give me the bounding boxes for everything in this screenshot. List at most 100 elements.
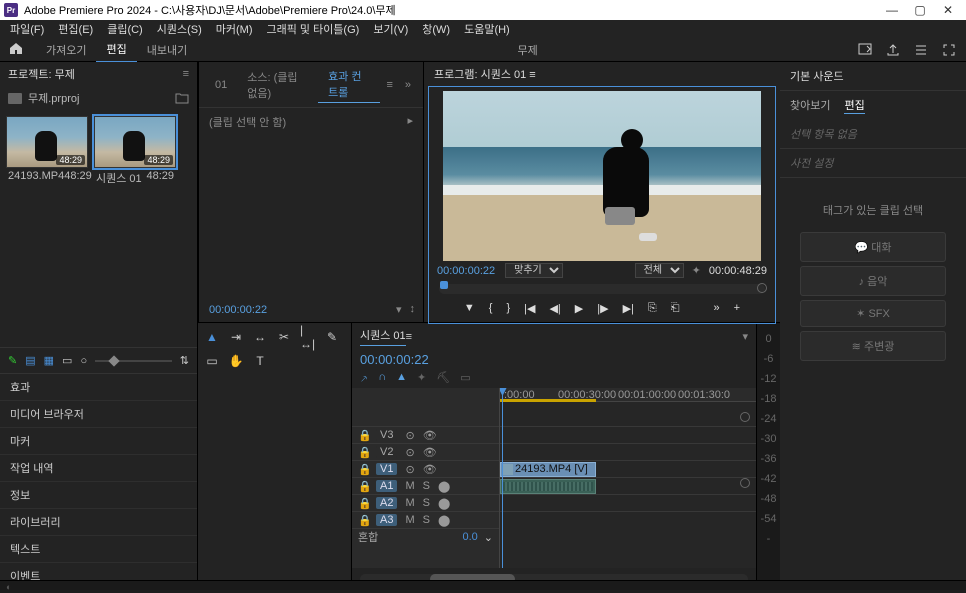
settings-icon[interactable]: ✦ (692, 264, 701, 277)
sync-lock-icon[interactable]: 👁 (423, 429, 437, 442)
scroll-down-icon[interactable]: ⌄ (484, 531, 493, 544)
es-music-button[interactable]: ♪ 음악 (800, 266, 946, 296)
menu-view[interactable]: 보기(V) (373, 21, 408, 37)
track-v2[interactable] (500, 443, 756, 460)
snap-icon[interactable]: ⸕ (360, 371, 368, 386)
sort-icon[interactable]: ⇅ (180, 354, 189, 367)
timeline-timecode[interactable]: 00:00:00:22 (352, 350, 756, 369)
track-v3[interactable] (500, 426, 756, 443)
hand-tool-icon[interactable]: ✋ (228, 353, 244, 369)
step-forward-button[interactable]: |▶ (597, 302, 608, 315)
track-a2[interactable] (500, 494, 756, 511)
caption-track-icon[interactable]: ▭ (460, 371, 470, 386)
work-area-bar[interactable] (500, 399, 596, 402)
timeline-settings-icon[interactable]: ✦ (417, 371, 426, 386)
zoom-slider[interactable] (95, 360, 172, 362)
es-dialogue-button[interactable]: 💬 대화 (800, 232, 946, 262)
time-ruler[interactable]: :00:00 00:00:30:00 00:01:00:00 00:01:30:… (500, 388, 756, 402)
panel-tab-media-browser[interactable]: 미디어 브라우저 (0, 401, 197, 428)
source-timecode[interactable]: 00:00:00:22 (209, 304, 267, 316)
track-v1-toggle[interactable]: V1 (376, 463, 397, 475)
mark-in-button[interactable]: { (489, 302, 493, 315)
track-a3[interactable] (500, 511, 756, 528)
add-marker-button[interactable]: ▼ (464, 302, 475, 315)
fullscreen-icon[interactable] (942, 42, 956, 57)
track-v3-toggle[interactable]: V3 (376, 429, 397, 441)
timeline-clip-audio[interactable] (500, 479, 596, 494)
rectangle-tool-icon[interactable]: ▭ (204, 353, 220, 369)
lock-icon[interactable]: 🔒 (358, 429, 368, 442)
menu-sequence[interactable]: 시퀀스(S) (157, 21, 202, 37)
lift-button[interactable]: ⎘ (648, 302, 657, 315)
track-a3-toggle[interactable]: A3 (376, 514, 397, 526)
project-breadcrumb[interactable]: 무제.prproj (0, 86, 197, 110)
panel-menu-icon[interactable]: ≡ (380, 79, 398, 91)
workspace-tab-export[interactable]: 내보내기 (137, 38, 197, 62)
project-panel-menu-icon[interactable]: ≡ (183, 68, 189, 80)
play-button[interactable]: ▶ (575, 302, 583, 315)
program-timecode-current[interactable]: 00:00:00:22 (437, 265, 495, 277)
workspace-menu-icon[interactable] (914, 42, 928, 57)
toggle-output-icon[interactable]: ⊙ (405, 429, 414, 442)
program-resolution-select[interactable]: 전체 (635, 263, 684, 278)
source-tab-noclip[interactable]: 소스: (클립 없음) (237, 67, 318, 103)
source-tab-01[interactable]: 01 (205, 77, 237, 93)
track-v2-toggle[interactable]: V2 (376, 446, 397, 458)
quick-export-icon[interactable] (858, 42, 872, 57)
linked-selection-icon[interactable]: ∩ (378, 371, 386, 386)
source-options-icon[interactable]: ↕ (410, 303, 416, 316)
es-sfx-button[interactable]: ✶ SFX (800, 300, 946, 327)
mark-out-button[interactable]: } (506, 302, 510, 315)
track-a1-toggle[interactable]: A1 (376, 480, 397, 492)
workspace-tab-import[interactable]: 가져오기 (36, 38, 96, 62)
track-a2-toggle[interactable]: A2 (376, 497, 397, 509)
window-minimize-button[interactable]: — (878, 3, 906, 17)
timeline-clip-video[interactable]: 24193.MP4 [V] (500, 462, 596, 477)
program-zoom-select[interactable]: 맞추기 (505, 263, 563, 278)
panel-tab-libraries[interactable]: 라이브러리 (0, 509, 197, 536)
es-ambience-button[interactable]: ≋ 주변광 (800, 331, 946, 361)
share-icon[interactable] (886, 42, 900, 57)
window-maximize-button[interactable]: ▢ (906, 3, 934, 17)
list-view-icon[interactable]: ▤ (25, 354, 35, 367)
es-tab-edit[interactable]: 편집 (844, 97, 864, 114)
panel-tab-text[interactable]: 텍스트 (0, 536, 197, 563)
menu-graphics[interactable]: 그래픽 및 타이틀(G) (266, 21, 359, 37)
timeline-tab[interactable]: 시퀀스 01 (360, 327, 406, 346)
menu-file[interactable]: 파일(F) (10, 21, 44, 37)
program-monitor[interactable] (443, 91, 761, 261)
timeline-panel-menu-icon[interactable]: ▾ (742, 330, 748, 343)
panel-tab-info[interactable]: 정보 (0, 482, 197, 509)
ripple-edit-tool-icon[interactable]: ↔ (252, 329, 268, 345)
track-a1[interactable] (500, 477, 756, 494)
menu-marker[interactable]: 마커(M) (216, 21, 253, 37)
selection-tool-icon[interactable]: ▲ (204, 329, 220, 345)
icon-view-icon[interactable]: ▦ (44, 354, 54, 367)
mix-value[interactable]: 0.0 (462, 531, 477, 543)
source-tab-effectcontrols[interactable]: 효과 컨트롤 (318, 66, 380, 103)
window-close-button[interactable]: ✕ (934, 3, 962, 17)
panel-tab-markers[interactable]: 마커 (0, 428, 197, 455)
voice-over-icon[interactable]: ⬤ (438, 480, 450, 493)
go-to-out-button[interactable]: ▶| (623, 302, 634, 315)
menu-help[interactable]: 도움말(H) (464, 21, 510, 37)
menu-window[interactable]: 창(W) (422, 21, 450, 37)
collapse-icon[interactable]: ▸ (407, 114, 413, 127)
go-to-in-button[interactable]: |◀ (524, 302, 535, 315)
button-editor-icon[interactable]: + (734, 302, 740, 315)
more-tabs-icon[interactable]: » (399, 79, 417, 91)
menu-edit[interactable]: 편집(E) (58, 21, 93, 37)
menu-clip[interactable]: 클립(C) (107, 21, 143, 37)
track-v1[interactable]: 24193.MP4 [V] (500, 460, 756, 477)
project-item-sequence[interactable]: 48:29 시퀀스 0148:29 (94, 116, 176, 186)
write-mode-icon[interactable]: ✎ (8, 354, 17, 367)
add-marker-icon[interactable]: ▲ (396, 371, 407, 386)
wrench-icon[interactable]: ⛏ (436, 371, 450, 386)
workspace-tab-edit[interactable]: 편집 (96, 37, 136, 63)
slip-tool-icon[interactable]: |↔| (300, 329, 316, 345)
export-frame-button[interactable]: » (714, 302, 720, 315)
pen-tool-icon[interactable]: ✎ (324, 329, 340, 345)
type-tool-icon[interactable]: T (252, 353, 268, 369)
freeform-view-icon[interactable]: ▭ (62, 354, 72, 367)
es-tab-browse[interactable]: 찾아보기 (790, 97, 830, 114)
